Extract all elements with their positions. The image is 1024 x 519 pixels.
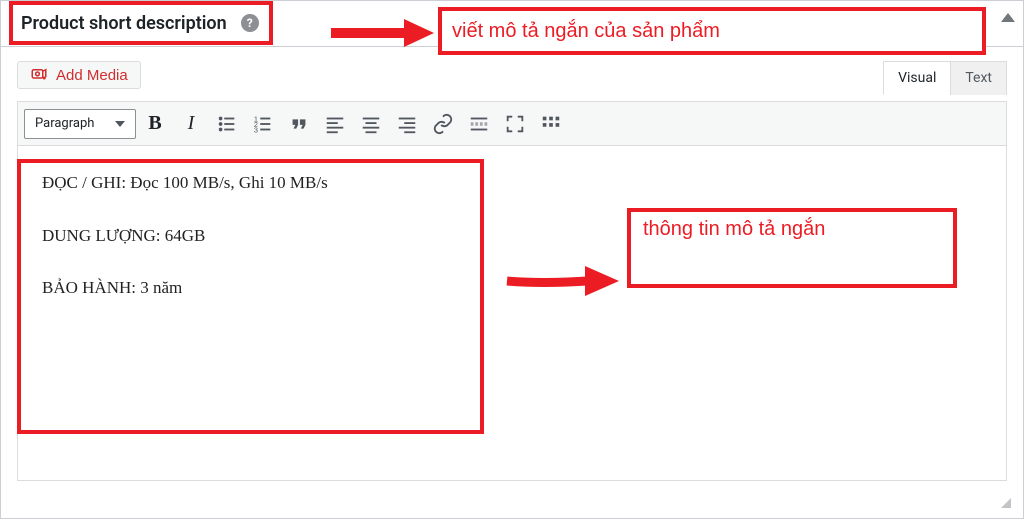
bullet-list-icon[interactable] [210, 107, 244, 141]
content-line: ĐỌC / GHI: Đọc 100 MB/s, Ghi 10 MB/s [42, 168, 982, 199]
blockquote-icon[interactable] [282, 107, 316, 141]
align-right-icon[interactable] [390, 107, 424, 141]
tab-visual[interactable]: Visual [883, 61, 950, 95]
tab-text[interactable]: Text [950, 61, 1007, 95]
arrow-right-icon [326, 15, 436, 51]
annotation-header-note: viết mô tả ngắn của sản phẩm [438, 7, 986, 55]
fullscreen-icon[interactable] [498, 107, 532, 141]
toolbar-toggle-icon[interactable] [534, 107, 568, 141]
bold-icon[interactable]: B [138, 107, 172, 141]
camera-music-icon [30, 66, 48, 84]
italic-icon[interactable]: I [174, 107, 208, 141]
resize-handle-icon[interactable] [995, 492, 1013, 510]
editor-toolbar: Paragraph B I 123 [18, 102, 1006, 146]
panel-title-highlight: Product short description ? [9, 1, 273, 45]
chevron-down-icon [115, 121, 125, 127]
panel-title: Product short description [21, 13, 235, 34]
annotation-header-text: viết mô tả ngắn của sản phẩm [452, 20, 720, 43]
align-left-icon[interactable] [318, 107, 352, 141]
align-center-icon[interactable] [354, 107, 388, 141]
add-media-label: Add Media [56, 67, 128, 84]
help-icon[interactable]: ? [241, 14, 259, 32]
annotation-content-note: thông tin mô tả ngắn [627, 208, 957, 288]
collapse-toggle-icon[interactable] [1001, 13, 1015, 22]
numbered-list-icon[interactable]: 123 [246, 107, 280, 141]
annotation-content-text: thông tin mô tả ngắn [643, 218, 825, 240]
svg-text:3: 3 [254, 125, 258, 134]
arrow-right-icon [501, 259, 621, 303]
insert-more-icon[interactable] [462, 107, 496, 141]
add-media-button[interactable]: Add Media [17, 61, 141, 89]
format-selector-label: Paragraph [35, 116, 94, 131]
format-selector[interactable]: Paragraph [24, 109, 136, 139]
link-icon[interactable] [426, 107, 460, 141]
editor-tabs: Visual Text [883, 61, 1007, 95]
product-short-description-panel: Product short description ? Add Media Vi… [0, 0, 1024, 519]
